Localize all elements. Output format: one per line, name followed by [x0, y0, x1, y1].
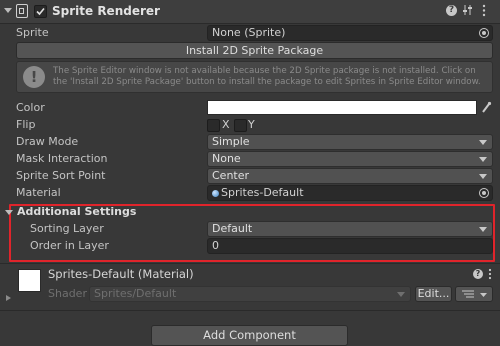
shader-dropdown: Sprites/Default: [89, 286, 411, 302]
eyedropper-icon[interactable]: [481, 101, 492, 114]
component-title: Sprite Renderer: [52, 4, 160, 18]
sprite-sort-point-label: Sprite Sort Point: [16, 169, 106, 182]
sprite-sort-point-value: Center: [212, 169, 250, 182]
section-divider: [0, 263, 500, 264]
component-enabled-checkbox[interactable]: [34, 5, 47, 18]
material-preview-thumbnail: [18, 269, 41, 292]
additional-settings-foldout-icon[interactable]: [5, 210, 13, 215]
flip-x-label: X: [222, 118, 230, 131]
color-label: Color: [16, 101, 45, 114]
sprite-renderer-icon: [16, 4, 28, 18]
warning-box: ! The Sprite Editor window is not availa…: [16, 61, 493, 93]
draw-mode-value: Simple: [212, 135, 250, 148]
shader-edit-button[interactable]: Edit...: [415, 286, 452, 302]
object-picker-icon[interactable]: [479, 28, 489, 38]
object-picker-icon[interactable]: [479, 188, 489, 198]
sprite-value: None (Sprite): [212, 26, 286, 39]
preset-icon[interactable]: [463, 4, 473, 16]
dropdown-arrow-icon: [479, 157, 487, 162]
sorting-layer-label: Sorting Layer: [30, 222, 104, 235]
sprite-sort-point-dropdown[interactable]: Center: [207, 168, 493, 184]
material-value: Sprites-Default: [221, 186, 304, 199]
shader-value: Sprites/Default: [94, 287, 177, 300]
flip-y-checkbox[interactable]: [234, 119, 247, 132]
sprite-label: Sprite: [16, 26, 49, 39]
additional-settings-header[interactable]: Additional Settings: [17, 205, 136, 218]
install-2d-sprite-package-button[interactable]: Install 2D Sprite Package: [16, 42, 493, 59]
material-label: Material: [16, 186, 61, 199]
color-swatch[interactable]: [207, 100, 477, 115]
sorting-layer-value: Default: [212, 222, 253, 235]
dropdown-arrow-icon: [479, 227, 487, 232]
order-in-layer-label: Order in Layer: [30, 239, 109, 252]
mask-interaction-label: Mask Interaction: [16, 152, 108, 165]
material-asset-icon: [212, 190, 219, 197]
material-section-foldout-icon[interactable]: [6, 295, 11, 301]
draw-mode-label: Draw Mode: [16, 135, 79, 148]
dropdown-arrow-icon: [479, 140, 487, 145]
material-help-icon[interactable]: ?: [473, 269, 483, 279]
draw-mode-dropdown[interactable]: Simple: [207, 134, 493, 150]
sorting-layer-dropdown[interactable]: Default: [207, 221, 493, 237]
kebab-menu-icon[interactable]: [482, 4, 486, 17]
flip-y-label: Y: [248, 118, 255, 131]
material-section-title: Sprites-Default (Material): [48, 267, 194, 281]
mask-interaction-value: None: [212, 152, 241, 165]
material-kebab-menu-icon[interactable]: [488, 268, 492, 280]
dropdown-arrow-icon: [397, 292, 405, 297]
help-icon[interactable]: ?: [446, 5, 457, 16]
warning-text: The Sprite Editor window is not availabl…: [53, 66, 481, 87]
inspector-bottom-divider: [0, 310, 500, 311]
foldout-arrow-icon[interactable]: [4, 8, 12, 13]
sprite-field[interactable]: None (Sprite): [207, 25, 493, 41]
add-component-button[interactable]: Add Component: [151, 325, 348, 346]
order-in-layer-input[interactable]: 0: [207, 238, 493, 254]
flip-label: Flip: [16, 118, 36, 131]
shader-label: Shader: [48, 287, 87, 300]
shader-options-button[interactable]: [455, 286, 493, 302]
warning-icon: !: [23, 66, 45, 88]
flip-x-checkbox[interactable]: [207, 119, 220, 132]
list-icon: [462, 290, 487, 298]
dropdown-arrow-icon: [479, 174, 487, 179]
mask-interaction-dropdown[interactable]: None: [207, 151, 493, 167]
material-field[interactable]: Sprites-Default: [207, 185, 493, 201]
